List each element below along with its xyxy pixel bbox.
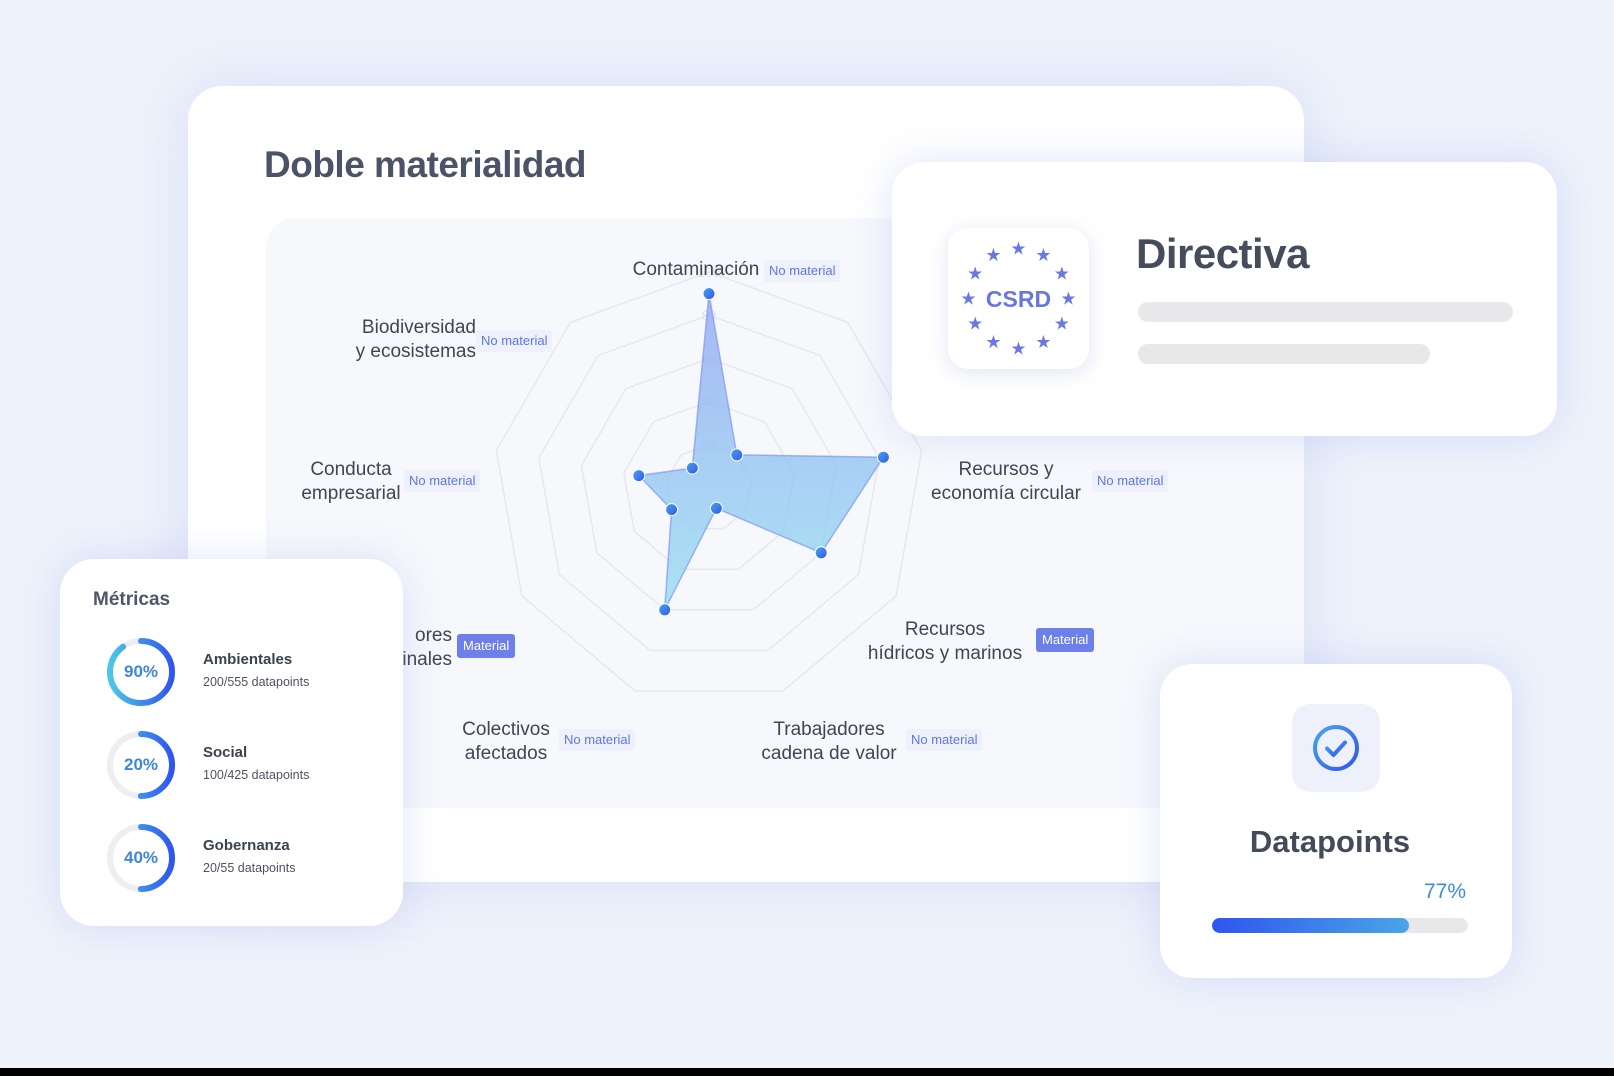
- radar-point: [814, 546, 828, 560]
- star-icon: ★: [967, 264, 983, 285]
- datapoints-progress-bar: [1212, 918, 1468, 933]
- datapoints-title: Datapoints: [1249, 824, 1411, 859]
- radar-point: [709, 501, 723, 515]
- csrd-logo: CSRD ★ ★ ★ ★ ★ ★ ★ ★ ★ ★ ★ ★: [948, 228, 1089, 369]
- radar-point: [665, 503, 679, 517]
- star-icon: ★: [985, 332, 1001, 353]
- axis-label-recursos-hidricos: Recursos hídricos y marinos: [867, 619, 1023, 664]
- star-icon: ★: [1054, 314, 1070, 335]
- star-icon: ★: [985, 245, 1001, 266]
- radar-point: [730, 448, 744, 462]
- star-icon: ★: [1060, 289, 1076, 310]
- axis-label-trabajadores: Trabajadores cadena de valor: [761, 719, 897, 764]
- radar-point: [685, 461, 699, 475]
- badge-consumidores[interactable]: Material: [457, 634, 516, 658]
- star-icon: ★: [1010, 339, 1026, 360]
- radar-point: [658, 603, 672, 617]
- directive-title: Directiva: [1136, 230, 1309, 277]
- svg-text:CSRD: CSRD: [986, 286, 1051, 312]
- star-icon: ★: [1035, 245, 1051, 266]
- metric-row-social[interactable]: 20% Social 100/425 datapoints: [104, 728, 394, 802]
- metric-datapoints: 100/425 datapoints: [203, 768, 310, 782]
- metric-datapoints: 20/55 datapoints: [203, 861, 296, 875]
- badge-recursos-hidricos[interactable]: Material: [1036, 628, 1095, 652]
- star-icon: ★: [960, 289, 976, 310]
- metric-name: Ambientales: [203, 651, 293, 668]
- badge-contaminacion[interactable]: No material: [764, 260, 841, 282]
- directive-card: CSRD ★ ★ ★ ★ ★ ★ ★ ★ ★ ★ ★ ★ Directiva: [892, 162, 1557, 436]
- radar-point: [876, 450, 890, 464]
- metric-datapoints: 200/555 datapoints: [203, 675, 310, 689]
- radar-point: [632, 469, 646, 483]
- skeleton-line: [1138, 302, 1513, 322]
- badge-trabajadores[interactable]: No material: [906, 729, 983, 751]
- metric-row-ambientales[interactable]: 90% Ambientales 200/555 datapoints: [104, 635, 394, 709]
- star-icon: ★: [1035, 332, 1051, 353]
- bottom-edge-bar: [0, 1068, 1614, 1076]
- page-title: Doble materialidad: [264, 144, 587, 185]
- metric-percent: 90%: [123, 662, 159, 681]
- axis-label-contaminacion: Contaminación: [632, 259, 760, 280]
- axis-label-colectivos: Colectivos afectados: [462, 719, 550, 764]
- metric-name: Social: [203, 744, 248, 761]
- star-icon: ★: [1054, 264, 1070, 285]
- star-icon: ★: [1010, 239, 1026, 260]
- datapoints-percent: 77%: [1423, 880, 1466, 903]
- radar-point: [702, 287, 716, 301]
- datapoints-progress-fill: [1212, 918, 1410, 933]
- metrics-card: Métricas 90% Ambientales 200/555 datapoi…: [60, 559, 403, 926]
- badge-biodiversidad[interactable]: No material: [476, 330, 553, 352]
- axis-label-recursos-circular: Recursos y economía circular: [931, 459, 1081, 504]
- metrics-title: Métricas: [93, 589, 171, 610]
- badge-conducta[interactable]: No material: [404, 470, 481, 492]
- badge-colectivos[interactable]: No material: [559, 729, 636, 751]
- eu-stars-icon: CSRD ★ ★★★★★★★★★★★: [960, 239, 1076, 360]
- check-circle-icon: [1292, 704, 1380, 792]
- star-icon: ★: [967, 314, 983, 335]
- skeleton-line: [1138, 344, 1430, 364]
- metric-percent: 20%: [123, 755, 159, 774]
- metric-name: Gobernanza: [203, 837, 290, 854]
- metric-percent: 40%: [123, 848, 159, 867]
- datapoints-card: Datapoints 77%: [1160, 664, 1512, 978]
- metric-row-gobernanza[interactable]: 40% Gobernanza 20/55 datapoints: [104, 821, 394, 895]
- axis-label-biodiversidad: Biodiversidad y ecosistemas: [355, 317, 476, 362]
- badge-recursos-circular[interactable]: No material: [1092, 470, 1169, 492]
- radar-series-area: [637, 293, 885, 611]
